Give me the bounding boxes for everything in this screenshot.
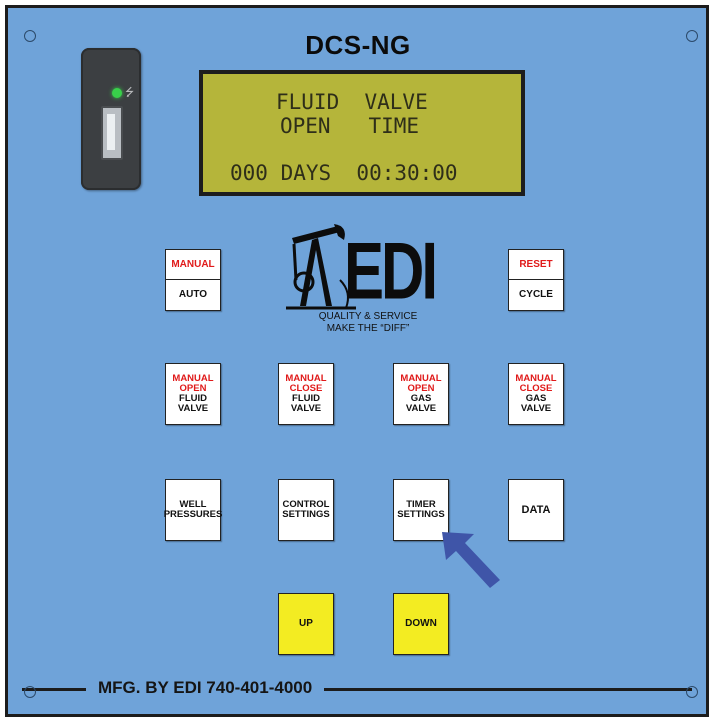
screw-bottom-left (24, 686, 36, 698)
button-label-line: VALVE (405, 403, 437, 414)
logo-tagline-2: MAKE THE “DIFF” (326, 323, 410, 334)
button-label-line: VALVE (520, 403, 552, 414)
logo-tagline-1: QUALITY & SERVICE (318, 311, 418, 322)
manufacturer-footer: MFG. BY EDI 740-401-4000 (86, 678, 325, 698)
lcd-line-1: FLUID VALVE (276, 90, 428, 114)
manual-close-fluid-valve-button[interactable]: MANUAL CLOSE FLUID VALVE (278, 363, 334, 425)
manual-open-fluid-valve-button[interactable]: MANUAL OPEN FLUID VALVE (165, 363, 221, 425)
usb-port-module[interactable]: ⭍ (81, 48, 141, 190)
button-label-line: SETTINGS (397, 509, 445, 520)
manual-auto-top-label: MANUAL (166, 250, 220, 280)
pointer-arrow-icon (442, 532, 500, 588)
button-label-line: PRESSURES (163, 509, 223, 520)
lcd-display: FLUID VALVE OPEN TIME 000 DAYS 00:30:00 (199, 70, 525, 196)
reset-cycle-bottom-label: CYCLE (519, 289, 553, 300)
logo-text: EDI (344, 225, 438, 316)
data-button[interactable]: DATA (508, 479, 564, 541)
usb-socket[interactable] (101, 106, 123, 160)
reset-cycle-button[interactable]: RESET CYCLE (508, 249, 564, 311)
manual-close-gas-valve-button[interactable]: MANUAL CLOSE GAS VALVE (508, 363, 564, 425)
well-pressures-button[interactable]: WELL PRESSURES (163, 479, 223, 541)
control-settings-button[interactable]: CONTROL SETTINGS (278, 479, 334, 541)
button-label-line: UP (299, 618, 313, 629)
status-led (112, 88, 122, 98)
button-label-line: SETTINGS (282, 509, 330, 520)
manual-open-gas-valve-button[interactable]: MANUAL OPEN GAS VALVE (393, 363, 449, 425)
usb-icon: ⭍ (125, 87, 135, 99)
button-label-line: VALVE (290, 403, 322, 414)
edi-logo: EDI QUALITY & SERVICE MAKE THE “DIFF” (282, 220, 454, 344)
up-button[interactable]: UP (278, 593, 334, 655)
screw-bottom-right (686, 686, 698, 698)
button-label-line: DOWN (405, 618, 437, 629)
button-label-line: DATA (521, 504, 551, 516)
button-label-line: VALVE (177, 403, 209, 414)
lcd-line-2: OPEN TIME (280, 114, 420, 138)
manual-auto-bottom-label: AUTO (178, 289, 208, 300)
reset-cycle-top-label: RESET (509, 250, 563, 280)
lcd-line-3: 000 DAYS 00:30:00 (230, 161, 458, 185)
manual-auto-button[interactable]: MANUAL AUTO (165, 249, 221, 311)
down-button[interactable]: DOWN (393, 593, 449, 655)
